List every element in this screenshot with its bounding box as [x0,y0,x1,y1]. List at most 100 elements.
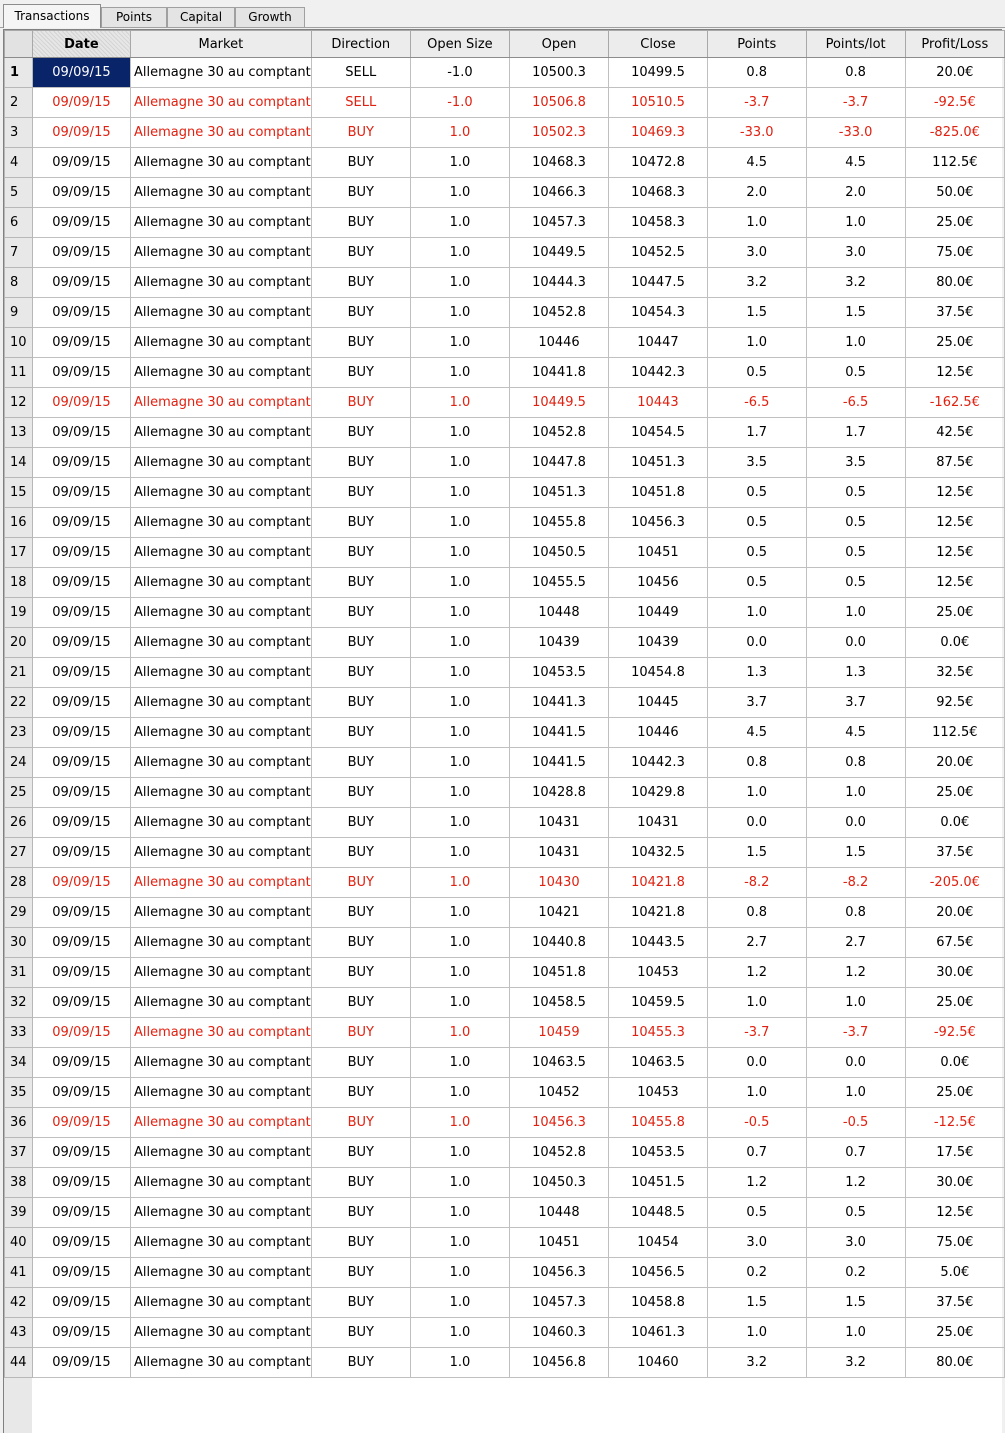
table-row[interactable]: 26 09/09/15 Allemagne 30 au comptant BUY 1.0… [4,807,1005,838]
cell-date[interactable]: 09/09/15 [31,177,131,208]
cell-open[interactable]: 10441.8 [509,357,609,388]
table-row[interactable]: 20 09/09/15 Allemagne 30 au comptant BUY 1.0… [4,627,1005,658]
cell-open[interactable]: 10450.5 [509,537,609,568]
column-header-open-size[interactable]: Open Size [409,30,511,58]
cell-open-size[interactable]: 1.0 [409,1047,511,1078]
cell-open[interactable]: 10452.8 [509,297,609,328]
cell-market[interactable]: Allemagne 30 au comptant [129,1197,312,1228]
cell-date[interactable]: 09/09/15 [31,237,131,268]
cell-market[interactable]: Allemagne 30 au comptant [129,687,312,718]
cell-points[interactable]: 3.0 [706,1227,807,1258]
row-number[interactable]: 43 [4,1317,33,1348]
cell-close[interactable]: 10469.3 [607,117,708,148]
cell-close[interactable]: 10454 [607,1227,708,1258]
cell-date[interactable]: 09/09/15 [31,867,131,898]
cell-market[interactable]: Allemagne 30 au comptant [129,237,312,268]
cell-open[interactable]: 10439 [509,627,609,658]
cell-points[interactable]: 0.0 [706,627,807,658]
cell-date[interactable]: 09/09/15 [31,1257,131,1288]
cell-date[interactable]: 09/09/15 [31,627,131,658]
cell-profit-loss[interactable]: 12.5€ [904,357,1005,388]
cell-direction[interactable]: BUY [310,1287,411,1318]
cell-points[interactable]: 1.0 [706,1317,807,1348]
cell-date[interactable]: 09/09/15 [31,57,131,88]
cell-market[interactable]: Allemagne 30 au comptant [129,267,312,298]
row-number[interactable]: 15 [4,477,33,508]
cell-close[interactable]: 10455.3 [607,1017,708,1048]
cell-open-size[interactable]: 1.0 [409,927,511,958]
cell-points-per-lot[interactable]: 3.7 [805,687,906,718]
cell-points[interactable]: 1.2 [706,1167,807,1198]
cell-points[interactable]: 1.5 [706,837,807,868]
cell-profit-loss[interactable]: 30.0€ [904,1167,1005,1198]
cell-open[interactable]: 10431 [509,807,609,838]
cell-profit-loss[interactable]: 12.5€ [904,477,1005,508]
cell-profit-loss[interactable]: 50.0€ [904,177,1005,208]
cell-points-per-lot[interactable]: 0.5 [805,537,906,568]
cell-market[interactable]: Allemagne 30 au comptant [129,57,312,88]
cell-direction[interactable]: BUY [310,957,411,988]
cell-open[interactable]: 10450.3 [509,1167,609,1198]
cell-market[interactable]: Allemagne 30 au comptant [129,867,312,898]
cell-open-size[interactable]: 1.0 [409,237,511,268]
table-row[interactable]: 2 09/09/15 Allemagne 30 au comptant SELL -1.… [4,87,1005,118]
row-number[interactable]: 21 [4,657,33,688]
cell-date[interactable]: 09/09/15 [31,1047,131,1078]
cell-open[interactable]: 10457.3 [509,1287,609,1318]
cell-profit-loss[interactable]: 0.0€ [904,1047,1005,1078]
cell-open-size[interactable]: 1.0 [409,987,511,1018]
column-header-market[interactable]: Market [129,30,312,58]
cell-open-size[interactable]: 1.0 [409,117,511,148]
cell-date[interactable]: 09/09/15 [31,987,131,1018]
table-row[interactable]: 4 09/09/15 Allemagne 30 au comptant BUY 1.0 1… [4,147,1005,178]
cell-points-per-lot[interactable]: -3.7 [805,87,906,118]
cell-market[interactable]: Allemagne 30 au comptant [129,987,312,1018]
cell-profit-loss[interactable]: 75.0€ [904,1227,1005,1258]
cell-direction[interactable]: BUY [310,207,411,238]
cell-market[interactable]: Allemagne 30 au comptant [129,177,312,208]
cell-close[interactable]: 10442.3 [607,747,708,778]
cell-points-per-lot[interactable]: 4.5 [805,147,906,178]
cell-market[interactable]: Allemagne 30 au comptant [129,327,312,358]
cell-open[interactable]: 10451.8 [509,957,609,988]
cell-open-size[interactable]: -1.0 [409,57,511,88]
table-row[interactable]: 7 09/09/15 Allemagne 30 au comptant BUY 1.0 1… [4,237,1005,268]
cell-direction[interactable]: BUY [310,1197,411,1228]
cell-market[interactable]: Allemagne 30 au comptant [129,1107,312,1138]
table-row[interactable]: 37 09/09/15 Allemagne 30 au comptant BUY 1.0… [4,1137,1005,1168]
cell-points[interactable]: 0.8 [706,57,807,88]
tab-transactions[interactable]: Transactions [3,4,101,28]
cell-open[interactable]: 10428.8 [509,777,609,808]
cell-direction[interactable]: BUY [310,117,411,148]
cell-direction[interactable]: SELL [310,57,411,88]
cell-points[interactable]: 0.5 [706,507,807,538]
cell-market[interactable]: Allemagne 30 au comptant [129,357,312,388]
cell-open-size[interactable]: 1.0 [409,327,511,358]
cell-close[interactable]: 10456 [607,567,708,598]
cell-profit-loss[interactable]: 112.5€ [904,717,1005,748]
table-row[interactable]: 33 09/09/15 Allemagne 30 au comptant BUY 1.0… [4,1017,1005,1048]
cell-open[interactable]: 10466.3 [509,177,609,208]
cell-profit-loss[interactable]: -825.0€ [904,117,1005,148]
cell-open-size[interactable]: 1.0 [409,477,511,508]
cell-open-size[interactable]: 1.0 [409,687,511,718]
cell-direction[interactable]: BUY [310,777,411,808]
cell-points-per-lot[interactable]: -8.2 [805,867,906,898]
cell-open-size[interactable]: 1.0 [409,1257,511,1288]
cell-profit-loss[interactable]: 37.5€ [904,297,1005,328]
row-number[interactable]: 41 [4,1257,33,1288]
cell-points-per-lot[interactable]: 1.0 [805,1077,906,1108]
row-number[interactable]: 11 [4,357,33,388]
cell-close[interactable]: 10431 [607,807,708,838]
cell-open[interactable]: 10468.3 [509,147,609,178]
cell-close[interactable]: 10443.5 [607,927,708,958]
cell-market[interactable]: Allemagne 30 au comptant [129,957,312,988]
row-number[interactable]: 8 [4,267,33,298]
cell-points[interactable]: -6.5 [706,387,807,418]
cell-open[interactable]: 10451.3 [509,477,609,508]
cell-open[interactable]: 10441.3 [509,687,609,718]
cell-profit-loss[interactable]: 17.5€ [904,1137,1005,1168]
cell-date[interactable]: 09/09/15 [31,1287,131,1318]
cell-direction[interactable]: BUY [310,627,411,658]
table-row[interactable]: 44 09/09/15 Allemagne 30 au comptant BUY 1.0… [4,1347,1005,1378]
